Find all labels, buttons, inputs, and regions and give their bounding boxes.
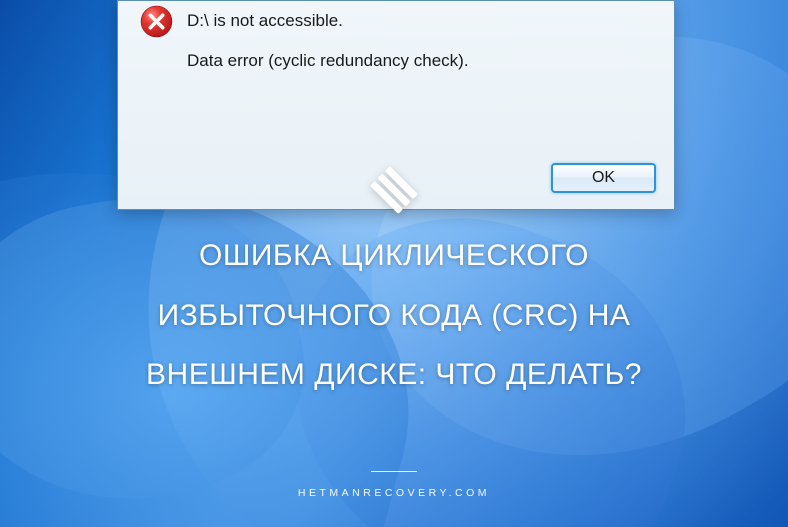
headline-text: ОШИБКА ЦИКЛИЧЕСКОГО ИЗБЫТОЧНОГО КОДА (CR… — [0, 228, 788, 403]
footer-divider — [371, 471, 417, 472]
headline-line2: ИЗБЫТОЧНОГО КОДА (CRC) НА — [40, 288, 748, 344]
headline-line3: ВНЕШНЕМ ДИСКЕ: ЧТО ДЕЛАТЬ? — [40, 347, 748, 403]
error-icon — [140, 5, 173, 38]
footer-text: HETMANRECOVERY.COM — [0, 487, 788, 499]
ok-button[interactable]: OK — [551, 163, 656, 193]
brand-logo-icon — [362, 158, 426, 222]
headline-line1: ОШИБКА ЦИКЛИЧЕСКОГО — [40, 228, 748, 284]
dialog-message-line2: Data error (cyclic redundancy check). — [187, 51, 656, 71]
dialog-message-line1: D:\ is not accessible. — [187, 11, 656, 31]
